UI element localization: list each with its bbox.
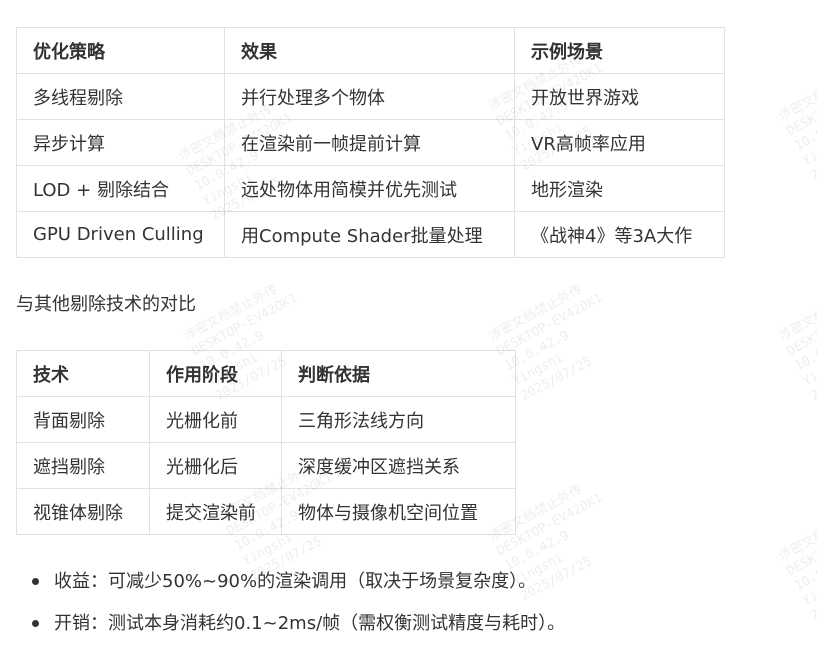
- table-cell: GPU Driven Culling: [16, 211, 225, 258]
- column-header-technique: 技术: [16, 350, 150, 397]
- table-cell: 深度缓冲区遮挡关系: [281, 442, 516, 489]
- table-cell: 异步计算: [16, 119, 225, 166]
- table-cell: 多线程剔除: [16, 73, 225, 120]
- column-header-example-scene: 示例场景: [514, 27, 725, 74]
- table-cell: 用Compute Shader批量处理: [224, 211, 515, 258]
- table-cell: LOD + 剔除结合: [16, 165, 225, 212]
- table-row: 背面剔除 光栅化前 三角形法线方向: [16, 396, 516, 443]
- comparison-section-heading: 与其他剔除技术的对比: [16, 294, 196, 315]
- table-cell: 远处物体用简模并优先测试: [224, 165, 515, 212]
- table-row: GPU Driven Culling 用Compute Shader批量处理 《…: [16, 211, 725, 258]
- table-header-row: 优化策略 效果 示例场景: [16, 27, 725, 74]
- table-cell: 三角形法线方向: [281, 396, 516, 443]
- table-cell: 光栅化前: [149, 396, 282, 443]
- list-item-text: 开销：测试本身消耗约0.1~2ms/帧（需权衡测试精度与耗时）。: [54, 613, 566, 634]
- optimization-strategy-table: 优化策略 效果 示例场景 多线程剔除 并行处理多个物体 开放世界游戏 异步计算 …: [16, 27, 725, 258]
- watermark: 涉密文档禁止外传DESKTOP-EV42OK110.0.42.9Yingshi2…: [776, 62, 817, 185]
- culling-comparison-table: 技术 作用阶段 判断依据 背面剔除 光栅化前 三角形法线方向 遮挡剔除 光栅化后…: [16, 350, 516, 535]
- column-header-strategy: 优化策略: [16, 27, 225, 74]
- table-row: 遮挡剔除 光栅化后 深度缓冲区遮挡关系: [16, 442, 516, 489]
- table-row: LOD + 剔除结合 远处物体用简模并优先测试 地形渲染: [16, 165, 725, 212]
- bullet-dot-icon: [32, 620, 39, 627]
- table-cell: 在渲染前一帧提前计算: [224, 119, 515, 166]
- table-cell: 光栅化后: [149, 442, 282, 489]
- table-cell: 提交渲染前: [149, 488, 282, 535]
- table-cell: 《战神4》等3A大作: [514, 211, 725, 258]
- list-item-text: 收益：可减少50%~90%的渲染调用（取决于场景复杂度）。: [54, 571, 537, 592]
- column-header-criterion: 判断依据: [281, 350, 516, 397]
- table-cell: 背面剔除: [16, 396, 150, 443]
- table-cell: 视锥体剔除: [16, 488, 150, 535]
- table-header-row: 技术 作用阶段 判断依据: [16, 350, 516, 397]
- bullet-dot-icon: [32, 578, 39, 585]
- list-item: 收益：可减少50%~90%的渲染调用（取决于场景复杂度）。: [0, 562, 800, 604]
- table-cell: 开放世界游戏: [514, 73, 725, 120]
- benefit-cost-list: 收益：可减少50%~90%的渲染调用（取决于场景复杂度）。 开销：测试本身消耗约…: [0, 562, 800, 646]
- list-item: 开销：测试本身消耗约0.1~2ms/帧（需权衡测试精度与耗时）。: [0, 604, 800, 646]
- table-cell: 物体与摄像机空间位置: [281, 488, 516, 535]
- table-row: 视锥体剔除 提交渲染前 物体与摄像机空间位置: [16, 488, 516, 535]
- table-cell: 并行处理多个物体: [224, 73, 515, 120]
- table-row: 多线程剔除 并行处理多个物体 开放世界游戏: [16, 73, 725, 120]
- column-header-effect: 效果: [224, 27, 515, 74]
- document-page: 优化策略 效果 示例场景 多线程剔除 并行处理多个物体 开放世界游戏 异步计算 …: [0, 0, 817, 661]
- table-cell: 地形渲染: [514, 165, 725, 212]
- table-cell: VR高帧率应用: [514, 119, 725, 166]
- table-row: 异步计算 在渲染前一帧提前计算 VR高帧率应用: [16, 119, 725, 166]
- column-header-stage: 作用阶段: [149, 350, 282, 397]
- table-cell: 遮挡剔除: [16, 442, 150, 489]
- watermark: 涉密文档禁止外传DESKTOP-EV42OK110.0.42.9Yingshi2…: [776, 282, 817, 405]
